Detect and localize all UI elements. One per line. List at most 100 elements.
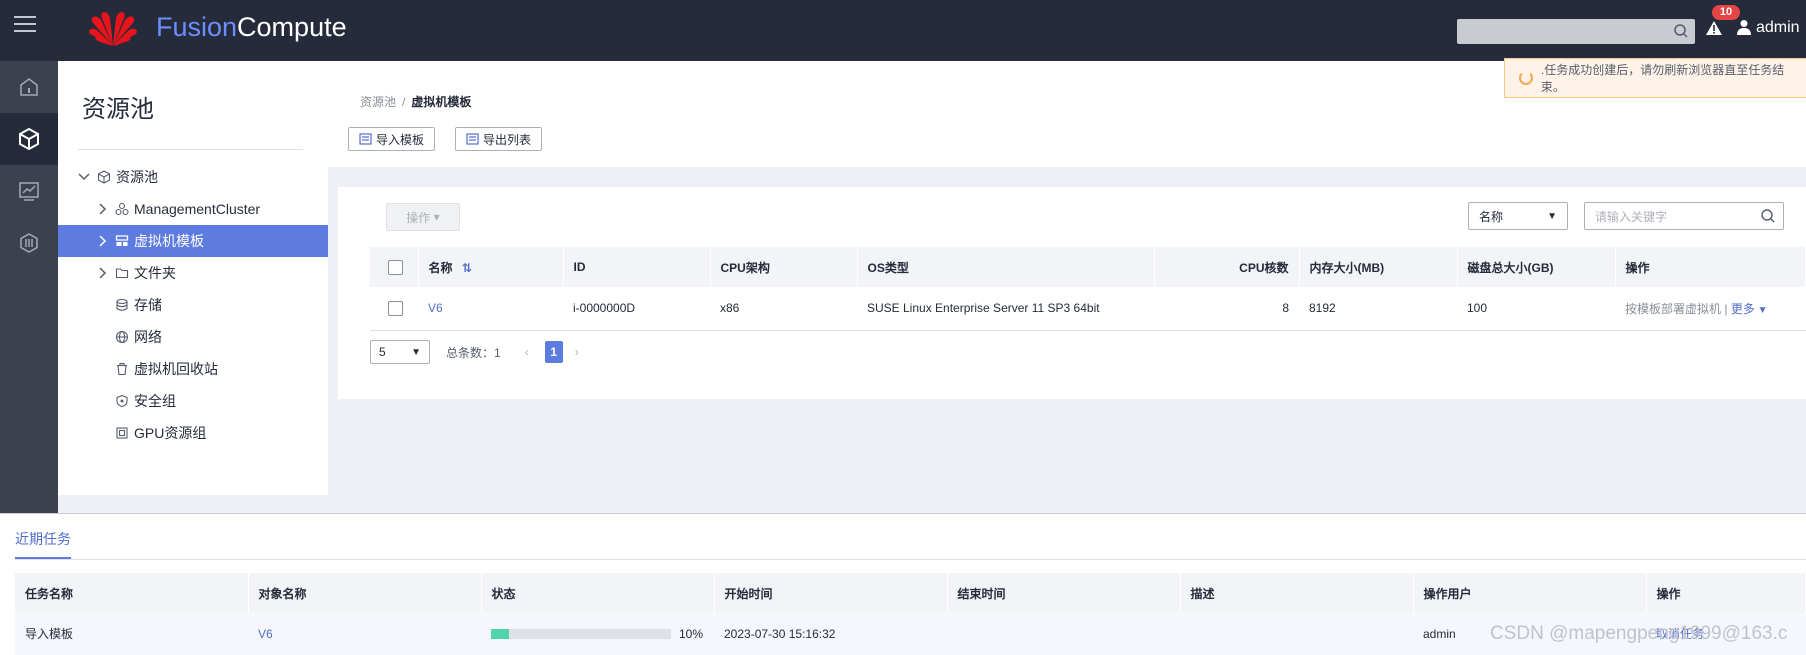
export-list-label: 导出列表	[483, 132, 532, 147]
tree-item-label: 虚拟机回收站	[134, 361, 218, 377]
tree-item-management-cluster[interactable]: ManagementCluster	[58, 193, 328, 225]
chevron-right-icon[interactable]	[94, 201, 110, 217]
alarm-count-badge[interactable]: 10	[1712, 5, 1740, 20]
breadcrumb-root[interactable]: 资源池	[360, 95, 396, 109]
chevron-right-icon[interactable]	[94, 265, 110, 281]
template-table: 名称 ⇅ ID CPU架构 OS类型 CPU核数 内存大小(MB) 磁盘总大小(…	[370, 247, 1806, 331]
huawei-logo-icon	[89, 12, 137, 46]
cell-status: 10%	[481, 613, 714, 655]
tab-divider	[15, 559, 1806, 560]
trash-icon	[114, 361, 130, 377]
brand-part1: Fusion	[156, 12, 238, 42]
caret-down-icon: ▼	[411, 346, 421, 358]
filter-field-select[interactable]: 名称 ▼	[1468, 202, 1568, 230]
loading-icon	[1519, 71, 1533, 85]
cell-os-type: SUSE Linux Enterprise Server 11 SP3 64bi…	[857, 287, 1154, 331]
select-all-checkbox[interactable]	[388, 259, 403, 275]
sort-icon[interactable]: ⇅	[462, 261, 472, 275]
tree-item-resource-pool[interactable]: 资源池	[58, 161, 328, 193]
cell-cpu-arch: x86	[710, 287, 857, 331]
menu-icon[interactable]	[14, 16, 36, 34]
tree-title: 资源池	[82, 96, 154, 123]
cell-cpu-cores: 8	[1154, 287, 1299, 331]
breadcrumb: 资源池 / 虚拟机模板	[360, 93, 471, 110]
user-icon[interactable]	[1737, 19, 1751, 35]
tree-item-vm-template[interactable]: 虚拟机模板	[58, 225, 328, 257]
col-os-type: OS类型	[857, 247, 1155, 287]
col-name-label: 名称	[428, 260, 453, 275]
action-separator: |	[1724, 301, 1728, 316]
hexagon-icon	[20, 233, 38, 253]
cell-description	[1180, 613, 1413, 655]
chevron-right-icon[interactable]	[94, 233, 110, 249]
object-name-link[interactable]: V6	[258, 627, 273, 641]
breadcrumb-current: 虚拟机模板	[411, 95, 472, 109]
tree-item-label: GPU资源组	[134, 425, 207, 441]
col-name[interactable]: 名称 ⇅	[418, 247, 564, 287]
more-actions-link[interactable]: 更多	[1731, 302, 1755, 316]
tree-item-vm-recycle-bin[interactable]: 虚拟机回收站	[58, 353, 328, 385]
search-icon[interactable]	[1674, 24, 1688, 38]
tree-item-label: 安全组	[134, 393, 176, 409]
cell-actions: 按模板部署虚拟机 | 更多 ▼	[1615, 287, 1806, 331]
col-start-time: 开始时间	[714, 573, 948, 613]
col-task-name: 任务名称	[15, 573, 249, 613]
globe-icon	[114, 329, 130, 345]
cell-start-time: 2023-07-30 15:16:32	[714, 613, 947, 655]
keyword-search-input[interactable]: 请输入关键字	[1584, 202, 1784, 230]
row-select-cell[interactable]	[370, 287, 418, 331]
user-name[interactable]: admin	[1756, 19, 1800, 37]
breadcrumb-separator: /	[402, 95, 406, 109]
rail-monitor[interactable]	[0, 165, 58, 217]
global-search-input[interactable]	[1457, 19, 1695, 44]
progress-fill	[491, 629, 509, 640]
page-button[interactable]: 1	[544, 341, 563, 363]
deploy-vm-link[interactable]: 按模板部署虚拟机	[1625, 302, 1721, 316]
filter-field-value: 名称	[1479, 209, 1504, 224]
search-icon[interactable]	[1761, 209, 1775, 223]
caret-down-icon[interactable]: ▼	[1755, 305, 1768, 316]
folder-icon	[114, 265, 130, 281]
progress-label: 10%	[679, 627, 704, 642]
operation-dropdown-button[interactable]: 操作 ▾	[386, 203, 460, 231]
tree-item-label: 存储	[134, 297, 162, 313]
template-name-link[interactable]: V6	[428, 301, 443, 315]
tree-item-folder[interactable]: 文件夹	[58, 257, 328, 289]
col-cpu-cores: CPU核数	[1154, 247, 1300, 287]
caret-down-icon: ▼	[1547, 210, 1557, 222]
import-icon	[359, 133, 372, 145]
tree-item-network[interactable]: 网络	[58, 321, 328, 353]
tree-item-label: 文件夹	[134, 265, 176, 281]
chevron-left-icon[interactable]: ‹	[525, 345, 537, 359]
page-size-select[interactable]: 5 ▼	[370, 340, 430, 364]
row-checkbox[interactable]	[388, 300, 403, 316]
tree-item-storage[interactable]: 存储	[58, 289, 328, 321]
select-all-cell[interactable]	[370, 247, 419, 287]
col-operator: 操作用户	[1413, 573, 1647, 613]
brand-title: FusionCompute	[156, 12, 347, 43]
chevron-right-icon[interactable]: ›	[575, 345, 587, 359]
chip-icon	[114, 425, 130, 441]
rail-system[interactable]	[0, 217, 58, 269]
tree-item-gpu-group[interactable]: GPU资源组	[58, 417, 328, 449]
col-status: 状态	[481, 573, 715, 613]
page-size-value: 5	[379, 345, 386, 359]
chevron-down-icon[interactable]	[76, 169, 92, 185]
shield-icon	[114, 393, 130, 409]
col-object-name: 对象名称	[248, 573, 482, 613]
export-list-button[interactable]: 导出列表	[455, 127, 543, 151]
template-icon	[114, 233, 130, 249]
col-id: ID	[563, 247, 711, 287]
toast-message: .任务成功创建后，请勿刷新浏览器直至任务结束。	[1540, 63, 1785, 94]
cell-disk: 100	[1457, 287, 1615, 331]
rail-home[interactable]	[0, 61, 58, 113]
nav-rail	[0, 61, 58, 513]
tab-recent-tasks[interactable]: 近期任务	[15, 529, 71, 559]
resource-tree-panel: 资源池 资源池 ManagementCluster 虚拟机模板 文件夹 存储 网…	[58, 61, 328, 495]
import-template-button[interactable]: 导入模板	[348, 127, 436, 151]
rail-resource-pool[interactable]	[0, 113, 58, 165]
alarm-icon[interactable]	[1705, 20, 1723, 36]
col-memory: 内存大小(MB)	[1299, 247, 1458, 287]
tree-item-security-group[interactable]: 安全组	[58, 385, 328, 417]
cell-task-name: 导入模板	[15, 613, 248, 655]
